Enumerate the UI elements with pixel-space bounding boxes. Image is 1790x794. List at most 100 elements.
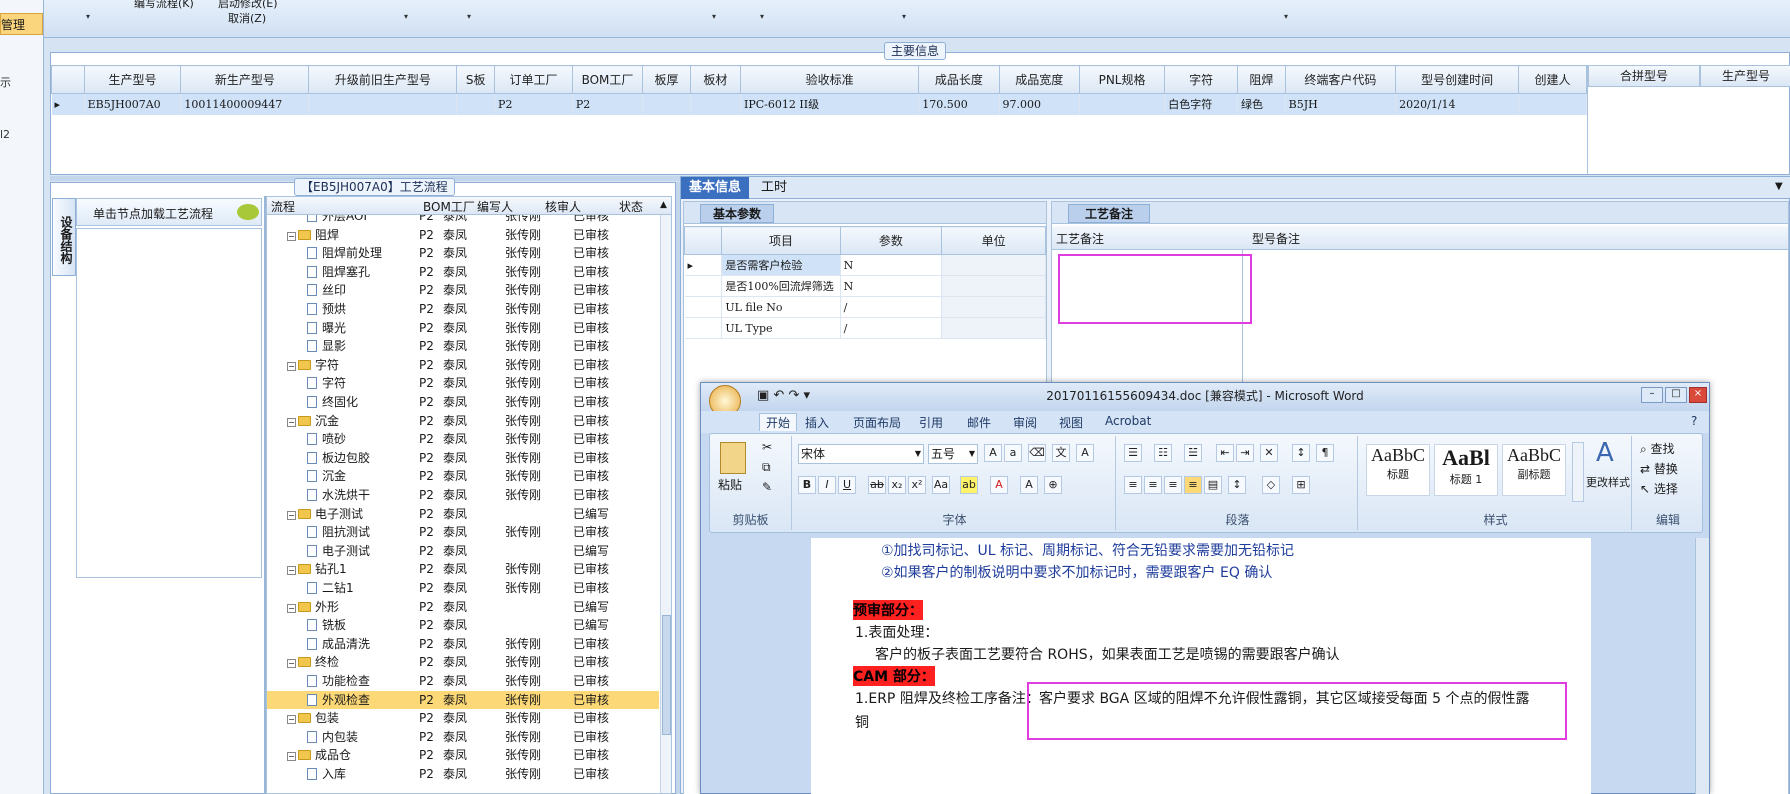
table-cell[interactable]: IPC-6012 II级 [740, 93, 920, 115]
table-row[interactable]: UL file No / [684, 296, 1046, 318]
tree-node[interactable]: 预烘 [307, 300, 346, 318]
highlight-icon[interactable]: ab [960, 476, 978, 494]
tree-row[interactable]: − 包装 P2 泰凤 张传刚 已审核 [267, 709, 659, 728]
table-cell[interactable] [1079, 93, 1166, 115]
col-header[interactable]: 成品长度 [918, 65, 1000, 94]
tree-node[interactable]: 终固化 [307, 393, 358, 411]
change-styles-label[interactable]: 更改样式 [1586, 474, 1630, 490]
tree-row[interactable]: 成品清洗 P2 泰凤 张传刚 已审核 [267, 635, 659, 654]
tree-row[interactable]: 预烘 P2 泰凤 张传刚 已审核 [267, 300, 659, 319]
distribute-icon[interactable]: ▤ [1204, 476, 1222, 494]
tree-node[interactable]: − 包装 [287, 709, 339, 727]
tree-row[interactable]: − 电子测试 P2 泰凤 已编写 [267, 505, 659, 524]
col-header[interactable]: 新生产型号 [180, 65, 310, 94]
show-marks-icon[interactable]: ¶ [1316, 444, 1334, 462]
help-icon[interactable]: ? [1691, 414, 1697, 428]
tab-equipment-structure[interactable]: 设备结构 [52, 198, 76, 276]
numbering-icon[interactable]: ☷ [1154, 444, 1172, 462]
align-left-icon[interactable]: ≡ [1124, 476, 1142, 494]
collapse-icon[interactable]: − [287, 361, 296, 371]
subscript-icon[interactable]: x₂ [888, 476, 906, 494]
collapse-icon[interactable]: − [287, 510, 296, 520]
tree-node[interactable]: 曝光 [307, 319, 346, 337]
tree-row[interactable]: 阻焊塞孔 P2 泰凤 张传刚 已审核 [267, 263, 659, 282]
tree-row[interactable]: 水洗烘干 P2 泰凤 张传刚 已审核 [267, 486, 659, 505]
tree-row[interactable]: − 终检 P2 泰凤 张传刚 已审核 [267, 653, 659, 672]
grow-font-icon[interactable]: A [984, 444, 1002, 462]
nav-item-manage[interactable]: 管理 [0, 13, 43, 35]
chinese-layout-icon[interactable]: ✕ [1260, 444, 1278, 462]
col-header[interactable]: 状态 [619, 198, 643, 215]
tree-node[interactable]: 阻抗测试 [307, 523, 370, 541]
scrollbar[interactable] [660, 215, 671, 793]
style-item[interactable]: AaBbC 副标题 [1502, 444, 1566, 496]
col-header[interactable]: 板材 [689, 65, 742, 94]
borders-icon[interactable]: ⊞ [1292, 476, 1310, 494]
tree-row[interactable]: 曝光 P2 泰凤 张传刚 已审核 [267, 319, 659, 338]
dropdown-arrow-icon[interactable]: ▾ [86, 12, 90, 21]
scroll-up-icon[interactable]: ▲ [660, 200, 667, 210]
dropdown-arrow-icon[interactable]: ▾ [760, 12, 764, 21]
tree-node[interactable]: 沉金 [307, 467, 346, 485]
tree-node[interactable]: − 成品仓 [287, 746, 351, 764]
table-cell[interactable]: 是否100%回流焊筛选 [721, 275, 841, 297]
nav-item[interactable]: 示 [0, 74, 11, 90]
tree-node[interactable]: − 阻焊 [287, 226, 339, 244]
table-cell[interactable]: 2020/1/14 [1395, 93, 1520, 115]
style-item[interactable]: AaBl 标题 1 [1434, 444, 1498, 496]
decrease-indent-icon[interactable]: ⇤ [1216, 444, 1234, 462]
tree-node[interactable]: 阻焊塞孔 [307, 263, 370, 281]
tree-node[interactable]: 电子测试 [307, 542, 370, 560]
table-cell[interactable] [642, 93, 691, 115]
col-header[interactable]: 核审人 [545, 198, 581, 215]
italic-icon[interactable]: I [818, 476, 836, 494]
phonetic-icon[interactable]: 文 [1052, 444, 1070, 462]
change-styles-icon[interactable]: A [1596, 438, 1614, 468]
ribbon-tab[interactable]: 邮件 [967, 414, 991, 431]
table-cell[interactable]: P2 [494, 93, 573, 115]
table-cell[interactable]: P2 [572, 93, 644, 115]
tree-node[interactable]: 二钻1 [307, 579, 354, 597]
tree-node[interactable]: − 电子测试 [287, 505, 363, 523]
increase-indent-icon[interactable]: ⇥ [1236, 444, 1254, 462]
tree-node[interactable]: 阻焊前处理 [307, 244, 382, 262]
bullets-icon[interactable]: ☰ [1124, 444, 1142, 462]
font-color-icon[interactable]: A [990, 476, 1008, 494]
table-cell[interactable]: UL Type [721, 317, 841, 339]
col-header[interactable]: PNL规格 [1078, 65, 1166, 94]
tree-node[interactable]: 外层AOI [307, 215, 367, 225]
tree-row[interactable]: − 钻孔1 P2 泰凤 张传刚 已审核 [267, 560, 659, 579]
undo-menu[interactable]: 取消(Z) [228, 10, 266, 26]
tree-row[interactable]: 字符 P2 泰凤 张传刚 已审核 [267, 374, 659, 393]
collapse-icon[interactable]: − [287, 231, 296, 241]
char-border-icon[interactable]: A [1076, 444, 1094, 462]
col-header[interactable]: 创建人 [1518, 65, 1587, 94]
ribbon-tab[interactable]: 页面布局 [853, 414, 901, 431]
tree-node[interactable]: 成品清洗 [307, 635, 370, 653]
superscript-icon[interactable]: x² [908, 476, 926, 494]
table-cell[interactable] [308, 93, 458, 115]
table-cell[interactable]: 白色字符 [1164, 93, 1238, 115]
table-cell[interactable]: 10011400009447 [180, 93, 310, 115]
close-icon[interactable]: × [1689, 387, 1707, 403]
table-row[interactable]: ▸ EB5JH007A0 10011400009447 P2 P2 IPC-6012 II… [51, 93, 1587, 115]
tree-node[interactable]: 功能检查 [307, 672, 370, 690]
tree-row[interactable]: 沉金 P2 泰凤 张传刚 已审核 [267, 467, 659, 486]
col-header[interactable]: 型号创建时间 [1395, 65, 1520, 94]
ribbon-tab[interactable]: 引用 [919, 414, 943, 431]
ribbon-tab[interactable]: 开始 [759, 413, 798, 431]
word-document-page[interactable]: ①加找司标记、UL 标记、周期标记、符合无铅要求需要加无铅标记 ②如果客户的制板… [811, 538, 1591, 794]
tree-node[interactable]: 板边包胶 [307, 449, 370, 467]
collapse-icon[interactable]: − [287, 417, 296, 427]
table-cell[interactable]: UL file No [721, 296, 841, 318]
maximize-icon[interactable]: □ [1665, 387, 1687, 403]
gallery-scroll[interactable] [1572, 442, 1584, 502]
tree-node[interactable]: 入库 [307, 765, 346, 783]
ribbon-tab[interactable]: Acrobat [1105, 414, 1151, 428]
tab-work-hours[interactable]: 工时 [753, 177, 795, 199]
strikethrough-icon[interactable]: ab [868, 476, 886, 494]
table-cell[interactable] [690, 93, 742, 115]
tree-node[interactable]: 显影 [307, 337, 346, 355]
tree-node[interactable]: − 沉金 [287, 412, 339, 430]
multilevel-list-icon[interactable]: ☱ [1184, 444, 1202, 462]
